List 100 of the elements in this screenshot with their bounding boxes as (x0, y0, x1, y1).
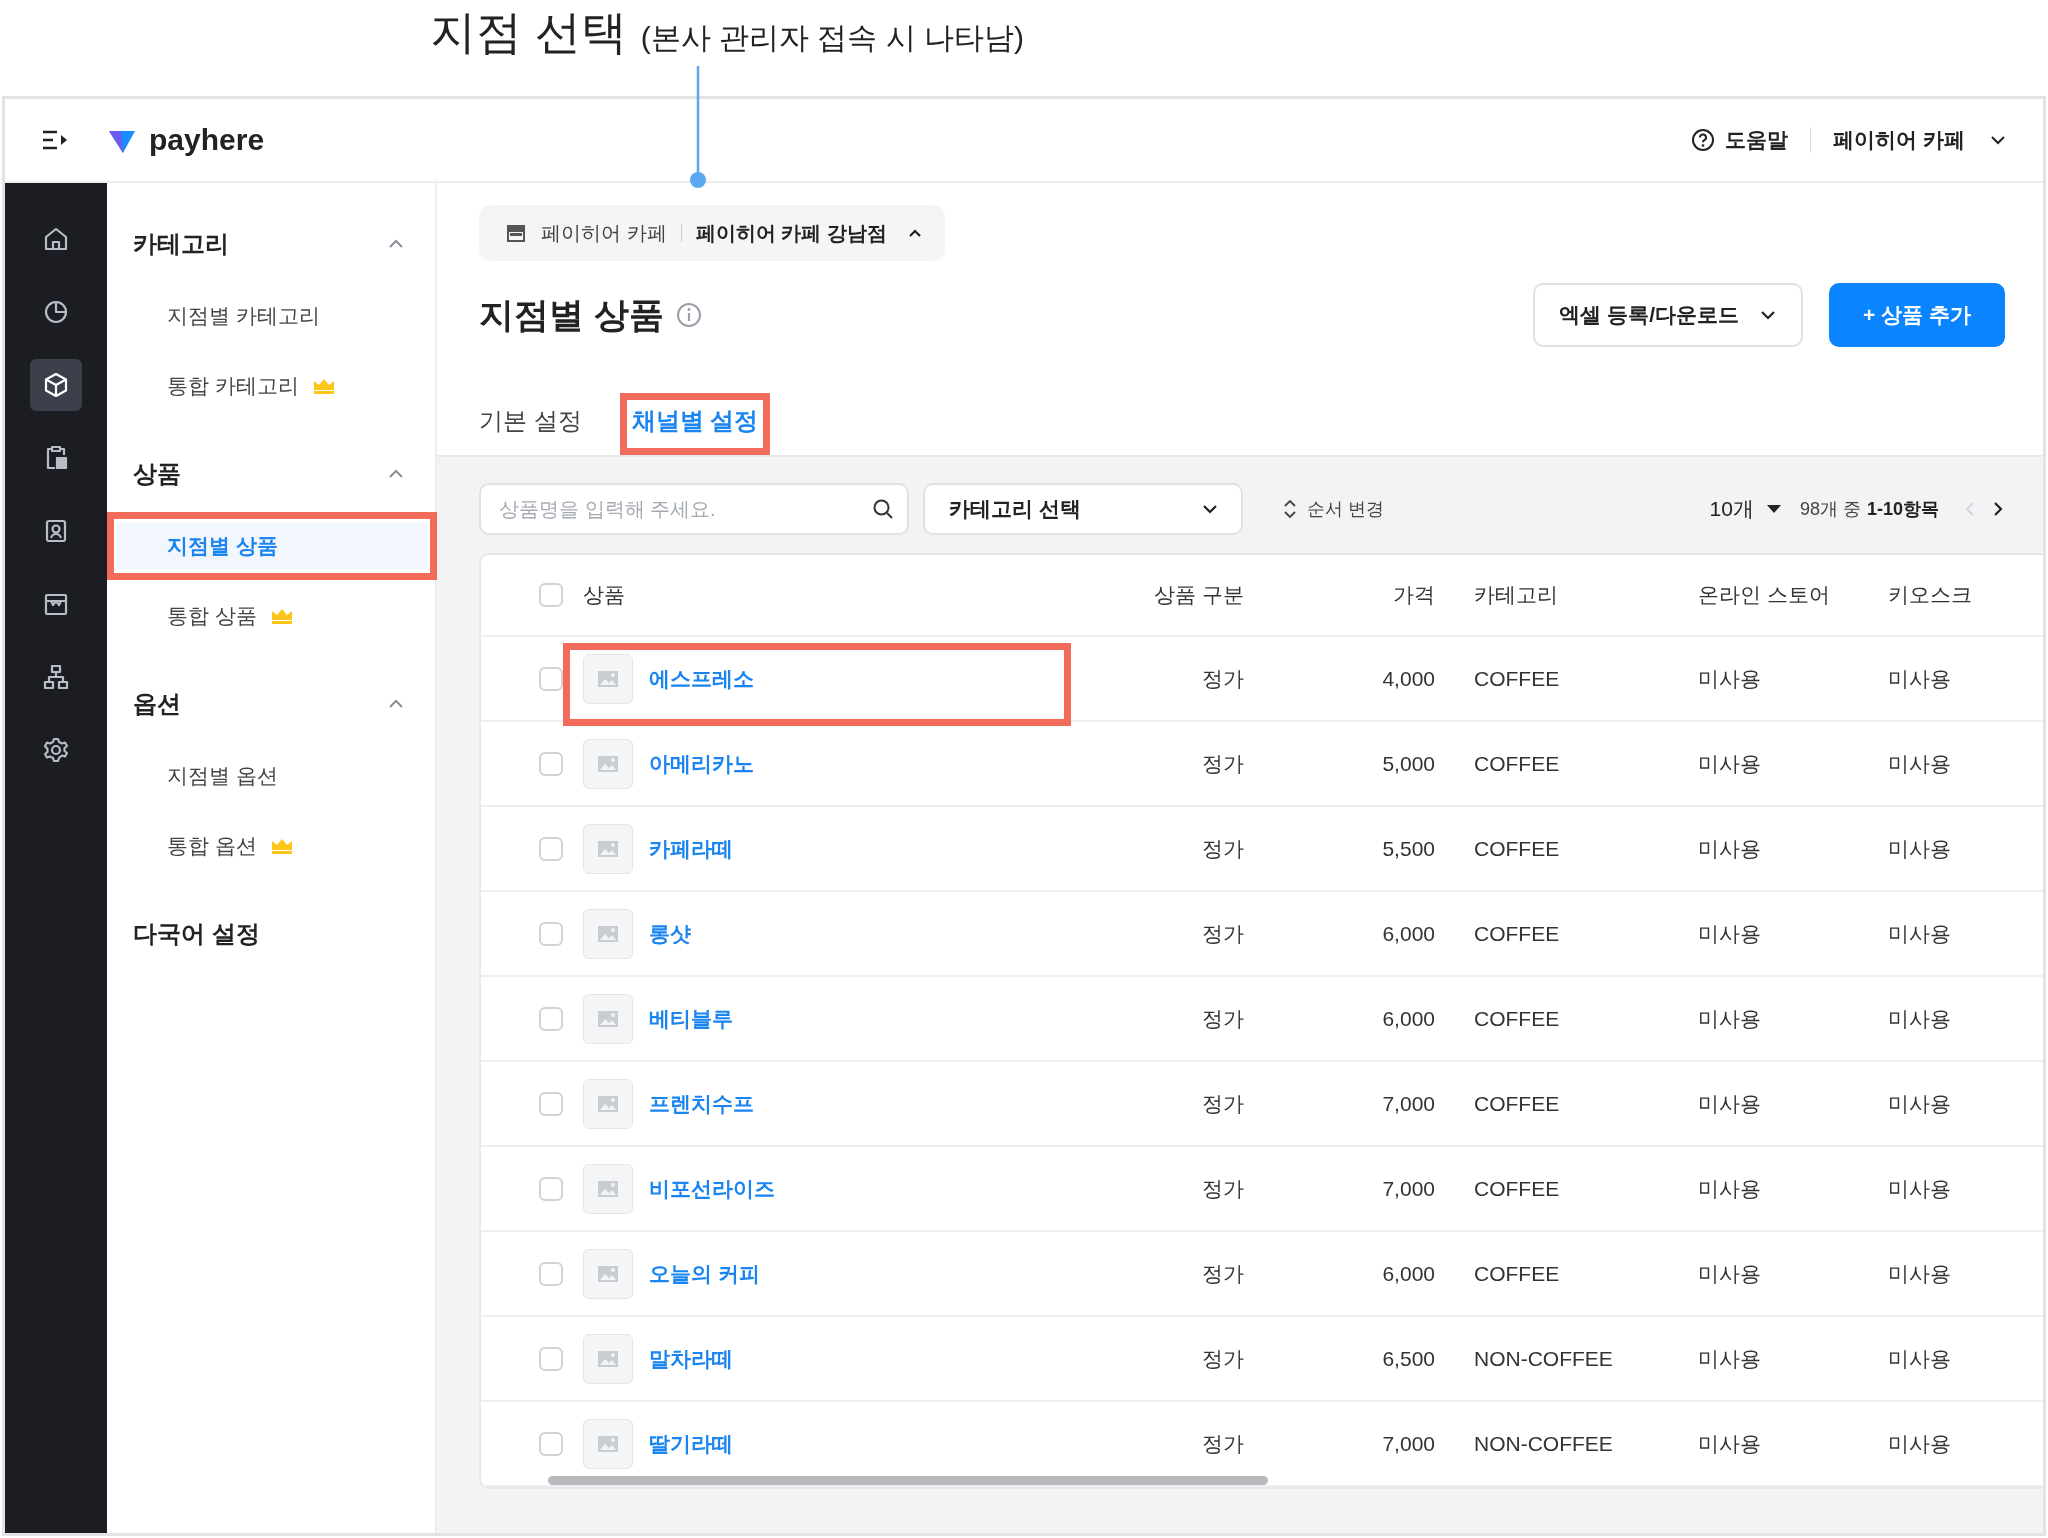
table-cell: COFFEE (1474, 1091, 1560, 1116)
sidebar-item[interactable]: 통합 옵션 (117, 823, 427, 869)
product-link[interactable]: 카페라떼 (649, 834, 733, 863)
table-cell-text: 미사용 (1888, 1260, 1951, 1287)
select-all-checkbox[interactable] (539, 583, 563, 607)
table-cell-text: 미사용 (1698, 750, 1761, 777)
add-product-button[interactable]: + 상품 추가 (1829, 283, 2005, 347)
table-cell: 6,000 (1382, 1261, 1435, 1286)
sidebar-item[interactable]: 통합 카테고리 (117, 363, 427, 409)
row-checkbox[interactable] (539, 1091, 563, 1116)
nav-section-title: 상품 (133, 459, 181, 489)
column-header: 상품 구분 (1154, 582, 1244, 608)
product-link[interactable]: 비포선라이즈 (649, 1174, 775, 1203)
table-cell: COFFEE (1474, 1006, 1560, 1031)
chevron-down-icon[interactable] (1989, 134, 2007, 146)
table-cell: COFFEE (1474, 836, 1560, 861)
table-cell-text: 정가 (1202, 1345, 1244, 1372)
image-placeholder-icon (583, 993, 633, 1044)
branch-selector[interactable]: 페이히어 카페 페이히어 카페 강남점 (479, 205, 945, 261)
image-placeholder-icon (583, 653, 633, 704)
sidebar-item[interactable]: 통합 상품 (117, 593, 427, 639)
sidebar-item[interactable]: 지점별 카테고리 (117, 293, 427, 339)
chevron-down-icon[interactable] (1201, 503, 1219, 515)
image-placeholder-icon (583, 1078, 633, 1129)
search-field[interactable]: 상품명을 입력해 주세요. (479, 483, 909, 535)
image-placeholder-icon (583, 1418, 633, 1469)
table-cell-text: 미사용 (1888, 750, 1951, 777)
table-cell: 6,500 (1382, 1346, 1435, 1371)
table-cell: COFFEE (1474, 1261, 1560, 1286)
image-placeholder-icon (583, 1333, 633, 1384)
row-checkbox[interactable] (539, 1346, 563, 1371)
menu-icon[interactable] (41, 128, 69, 152)
table-cell-text: 미사용 (1698, 1175, 1761, 1202)
cube-icon[interactable] (30, 359, 82, 411)
image-placeholder-icon (583, 738, 633, 789)
table-cell-text: 정가 (1202, 1175, 1244, 1202)
product-link[interactable]: 말차라떼 (649, 1344, 733, 1373)
row-checkbox[interactable] (539, 751, 563, 776)
nav-section-title[interactable]: 다국어 설정 (133, 918, 260, 950)
table-cell: 7,000 (1382, 1176, 1435, 1201)
product-link[interactable]: 딸기라떼 (649, 1429, 733, 1458)
reorder-button[interactable]: 순서 변경 (1283, 497, 1384, 521)
tab[interactable]: 기본 설정 (479, 393, 582, 455)
table-cell-text: 미사용 (1698, 1260, 1761, 1287)
nav-section-title: 카테고리 (133, 229, 229, 259)
sort-icon[interactable] (1283, 498, 1297, 520)
table-cell-text: 미사용 (1888, 665, 1951, 692)
table-cell-text: 미사용 (1698, 1090, 1761, 1117)
range-value: 1-10항목 (1866, 498, 1939, 521)
product-link[interactable]: 에스프레소 (649, 664, 754, 693)
annotation-title: 지점 선택 (430, 5, 627, 60)
product-link[interactable]: 롱샷 (649, 919, 691, 948)
table-cell-text: 미사용 (1698, 920, 1761, 947)
table-cell-text: 미사용 (1888, 1345, 1951, 1372)
scrollbar-thumb[interactable] (548, 1476, 1268, 1485)
sidebar-item[interactable]: 지점별 옵션 (117, 753, 427, 799)
help-link[interactable]: 도움말 (1725, 126, 1789, 154)
chevron-down-icon[interactable] (1759, 309, 1778, 321)
table-cell-text: 정가 (1202, 1005, 1244, 1032)
table-cell: 7,000 (1382, 1431, 1435, 1456)
table-cell-text: 미사용 (1698, 1345, 1761, 1372)
table-cell-text: 미사용 (1888, 1005, 1951, 1032)
next-page-icon[interactable] (1991, 500, 2005, 518)
table-cell-text: 정가 (1202, 835, 1244, 862)
store-icon (505, 223, 527, 243)
product-link[interactable]: 오늘의 커피 (649, 1259, 760, 1288)
logo-text: payhere (149, 123, 265, 157)
page-size-dropdown[interactable]: 10개 (1709, 495, 1782, 523)
table-cell-text: 미사용 (1888, 1090, 1951, 1117)
search-icon[interactable] (871, 497, 895, 521)
row-checkbox[interactable] (539, 1006, 563, 1031)
image-placeholder-icon (583, 1163, 633, 1214)
image-placeholder-icon (583, 1248, 633, 1299)
row-checkbox[interactable] (539, 921, 563, 946)
account-menu[interactable]: 페이히어 카페 (1833, 126, 1965, 154)
row-checkbox[interactable] (539, 836, 563, 861)
info-icon[interactable] (675, 302, 702, 328)
product-link[interactable]: 프렌치수프 (649, 1089, 754, 1118)
category-select[interactable]: 카테고리 선택 (923, 483, 1243, 535)
product-link[interactable]: 아메리카노 (649, 749, 754, 778)
help-icon[interactable] (1691, 128, 1716, 152)
excel-dropdown-button[interactable]: 엑셀 등록/다운로드 (1533, 283, 1804, 347)
table-cell: COFFEE (1474, 921, 1560, 946)
range-label: 98개 중 (1799, 498, 1861, 521)
row-checkbox[interactable] (539, 1261, 563, 1286)
product-link[interactable]: 베티블루 (649, 1004, 733, 1033)
table-cell: COFFEE (1474, 666, 1560, 691)
column-header: 가격 (1393, 582, 1435, 608)
caret-down-icon[interactable] (1765, 504, 1782, 514)
table-cell: COFFEE (1474, 1176, 1560, 1201)
column-header: 상품 (583, 582, 625, 608)
table-cell: COFFEE (1474, 751, 1560, 776)
table-cell-text: 정가 (1202, 1430, 1244, 1457)
page-title: 지점별 상품 (479, 293, 664, 336)
row-checkbox[interactable] (539, 666, 563, 691)
table-cell: 6,000 (1382, 1006, 1435, 1031)
row-checkbox[interactable] (539, 1176, 563, 1201)
column-header: 온라인 스토어 (1698, 582, 1830, 608)
table-cell-text: 미사용 (1698, 1430, 1761, 1457)
row-checkbox[interactable] (539, 1431, 563, 1456)
